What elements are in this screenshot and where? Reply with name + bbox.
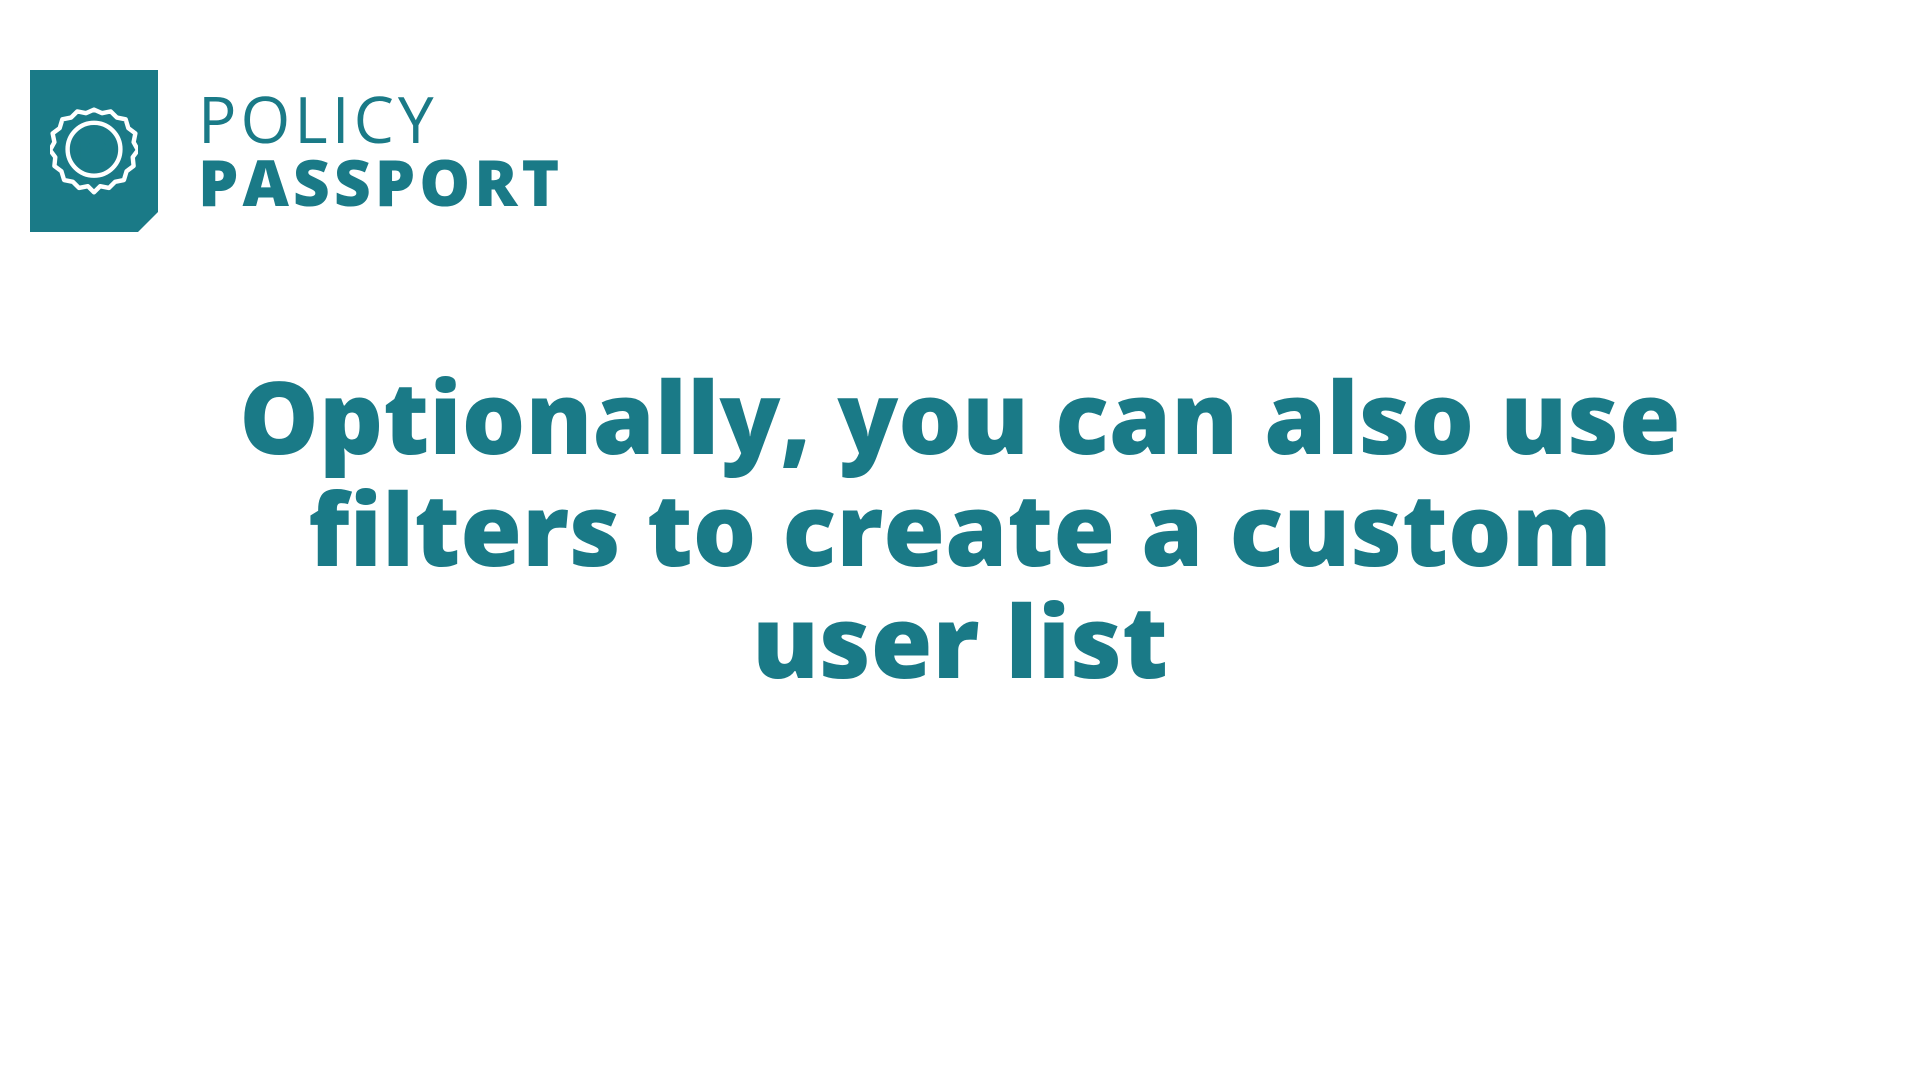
logo-wordmark: POLICY PASSPORT <box>198 89 563 213</box>
brand-logo: PP POLICY PASSPORT <box>30 70 563 232</box>
seal-icon: PP <box>50 107 138 195</box>
slide: PP POLICY PASSPORT Optionally, you can a… <box>0 0 1920 1080</box>
logo-word-line2: PASSPORT <box>198 152 563 213</box>
logo-badge-icon: PP <box>30 70 158 232</box>
logo-badge-initials: PP <box>79 136 109 166</box>
slide-headline: Optionally, you can also use filters to … <box>230 360 1690 696</box>
